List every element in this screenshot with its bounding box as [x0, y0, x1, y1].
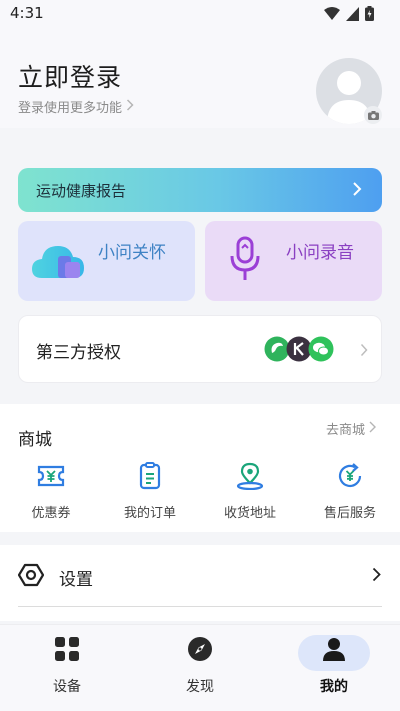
status-time: 4:31: [10, 4, 44, 22]
wechat-logo-icon: [308, 336, 334, 366]
shop-item-label: 售后服务: [323, 506, 376, 521]
status-icons: [324, 6, 374, 25]
compass-icon: [187, 636, 213, 666]
shop-item-after-sales[interactable]: 售后服务: [305, 462, 395, 521]
shop-item-address[interactable]: 收货地址: [205, 462, 295, 521]
nav-tab-label: 我的: [320, 679, 348, 695]
shop-item-label: 收货地址: [223, 506, 276, 521]
shop-item-label: 优惠券: [31, 506, 71, 521]
settings-label: 设置: [59, 570, 93, 590]
battery-icon: [365, 6, 374, 25]
after-sales-icon: [335, 462, 365, 494]
login-title[interactable]: 立即登录: [18, 58, 122, 94]
health-report-banner[interactable]: 运动健康报告: [18, 168, 382, 212]
login-subtitle-text: 登录使用更多功能: [18, 101, 123, 116]
nav-tab-device[interactable]: 设备: [17, 636, 117, 696]
camera-icon[interactable]: [364, 106, 382, 124]
gear-icon: [17, 562, 45, 592]
location-icon: [235, 462, 265, 494]
chevron-right-icon: [352, 181, 384, 201]
chevron-right-icon: [369, 421, 377, 437]
shop-item-orders[interactable]: 我的订单: [105, 462, 195, 521]
go-to-shop-link[interactable]: 去商城: [326, 419, 377, 438]
chevron-right-icon: [360, 342, 368, 361]
login-subtitle[interactable]: 登录使用更多功能: [18, 97, 134, 116]
chevron-right-icon: [372, 567, 381, 586]
third-party-auth-label: 第三方授权: [36, 343, 121, 363]
wifi-icon: [324, 6, 340, 25]
nav-tab-label: 发现: [186, 679, 214, 695]
device-grid-icon: [54, 636, 80, 666]
recording-card-label: 小问录音: [286, 243, 354, 263]
shop-title: 商城: [18, 430, 52, 450]
chevron-right-icon: [126, 98, 134, 115]
shop-item-coupon[interactable]: 优惠券: [6, 462, 96, 521]
cellular-signal-icon: [346, 6, 359, 25]
order-icon: [135, 462, 165, 494]
health-report-label: 运动健康报告: [36, 181, 127, 200]
microphone-icon: [229, 236, 261, 286]
go-to-shop-label: 去商城: [326, 423, 366, 438]
nav-tab-label: 设备: [53, 679, 81, 695]
care-card-label: 小问关怀: [98, 243, 166, 263]
nav-tab-mine[interactable]: 我的: [284, 636, 384, 696]
cloud-icon: [32, 242, 88, 284]
person-icon: [321, 636, 347, 666]
coupon-icon: [36, 462, 66, 494]
shop-item-label: 我的订单: [123, 506, 176, 521]
nav-tab-discover[interactable]: 发现: [150, 636, 250, 696]
divider: [18, 606, 382, 607]
